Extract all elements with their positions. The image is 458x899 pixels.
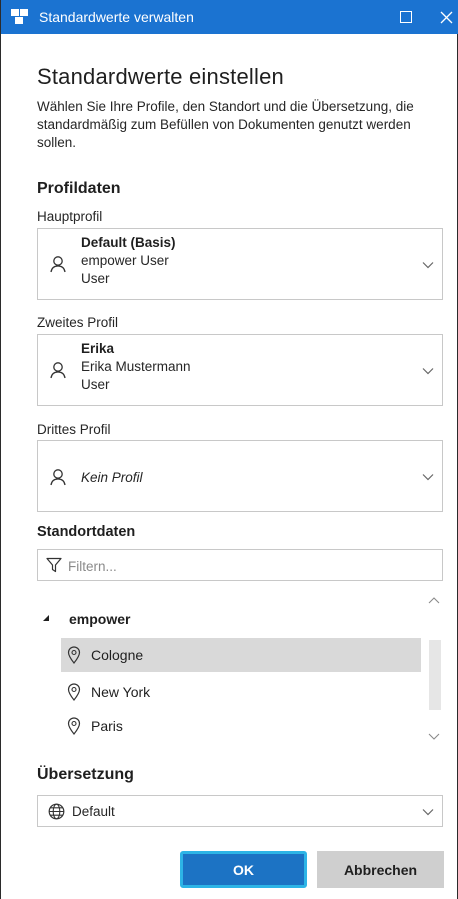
location-pin-icon: [67, 683, 81, 701]
scroll-down-icon[interactable]: [428, 731, 440, 741]
location-tree: empower Cologne New York Paris: [37, 592, 443, 744]
translation-select[interactable]: Default: [37, 795, 443, 827]
filter-input[interactable]: [68, 556, 428, 576]
tree-item-label: New York: [91, 684, 151, 700]
section-location-title: Standortdaten: [37, 524, 136, 540]
tree-item-paris[interactable]: Paris: [61, 709, 421, 743]
scroll-up-icon[interactable]: [428, 596, 440, 606]
tertiary-profile-label: Drittes Profil: [37, 422, 111, 437]
section-translation-title: Übersetzung: [37, 766, 134, 783]
tree-item-label: Paris: [91, 718, 123, 734]
person-icon: [50, 256, 66, 273]
dialog-window: Standardwerte verwalten Standardwerte ei…: [0, 0, 458, 899]
location-filter[interactable]: [37, 549, 443, 581]
window-title: Standardwerte verwalten: [39, 9, 194, 25]
maximize-icon: [400, 11, 412, 23]
scrollbar-thumb[interactable]: [429, 640, 441, 710]
secondary-profile-text: Erika Erika Mustermann User: [81, 340, 191, 394]
tree-item-new-york[interactable]: New York: [61, 675, 421, 709]
secondary-profile-name: Erika: [81, 341, 115, 356]
primary-profile-line3: User: [81, 271, 110, 286]
secondary-profile-select[interactable]: Erika Erika Mustermann User: [37, 334, 443, 406]
location-pin-icon: [67, 717, 81, 735]
tree-group-label: empower: [69, 611, 131, 627]
ok-button[interactable]: OK: [180, 851, 307, 888]
primary-profile-select[interactable]: Default (Basis) empower User User: [37, 228, 443, 300]
person-icon: [50, 362, 66, 379]
primary-profile-name: Default (Basis): [81, 235, 176, 250]
intro-text: Wählen Sie Ihre Profile, den Standort un…: [37, 99, 414, 150]
globe-icon: [48, 803, 65, 820]
close-icon: [440, 11, 452, 23]
secondary-profile-line3: User: [81, 377, 110, 392]
tree-item-cologne[interactable]: Cologne: [61, 638, 421, 672]
maximize-button[interactable]: [385, 0, 427, 34]
expand-caret-icon[interactable]: [43, 615, 49, 621]
app-logo-icon: [11, 9, 29, 25]
secondary-profile-label: Zweites Profil: [37, 315, 119, 330]
location-pin-icon: [67, 646, 81, 664]
secondary-profile-line2: Erika Mustermann: [81, 359, 191, 374]
chevron-down-icon: [422, 809, 434, 816]
primary-profile-text: Default (Basis) empower User User: [81, 234, 176, 288]
tree-group-empower[interactable]: empower: [37, 609, 417, 631]
tertiary-profile-select[interactable]: Kein Profil: [37, 440, 443, 512]
tertiary-profile-value: Kein Profil: [81, 470, 143, 485]
tree-item-label: Cologne: [91, 647, 144, 663]
translation-value: Default: [72, 804, 115, 819]
chevron-down-icon: [422, 368, 434, 375]
primary-profile-label: Hauptprofil: [37, 209, 103, 224]
cancel-button[interactable]: Abbrechen: [317, 851, 444, 888]
primary-profile-line2: empower User: [81, 253, 169, 268]
title-bar[interactable]: Standardwerte verwalten: [1, 0, 458, 34]
chevron-down-icon: [422, 262, 434, 269]
page-title: Standardwerte einstellen: [37, 64, 284, 89]
filter-icon: [46, 557, 62, 573]
person-icon: [50, 469, 66, 486]
close-button[interactable]: [425, 0, 458, 34]
section-profile-title: Profildaten: [37, 180, 121, 197]
chevron-down-icon: [422, 474, 434, 481]
